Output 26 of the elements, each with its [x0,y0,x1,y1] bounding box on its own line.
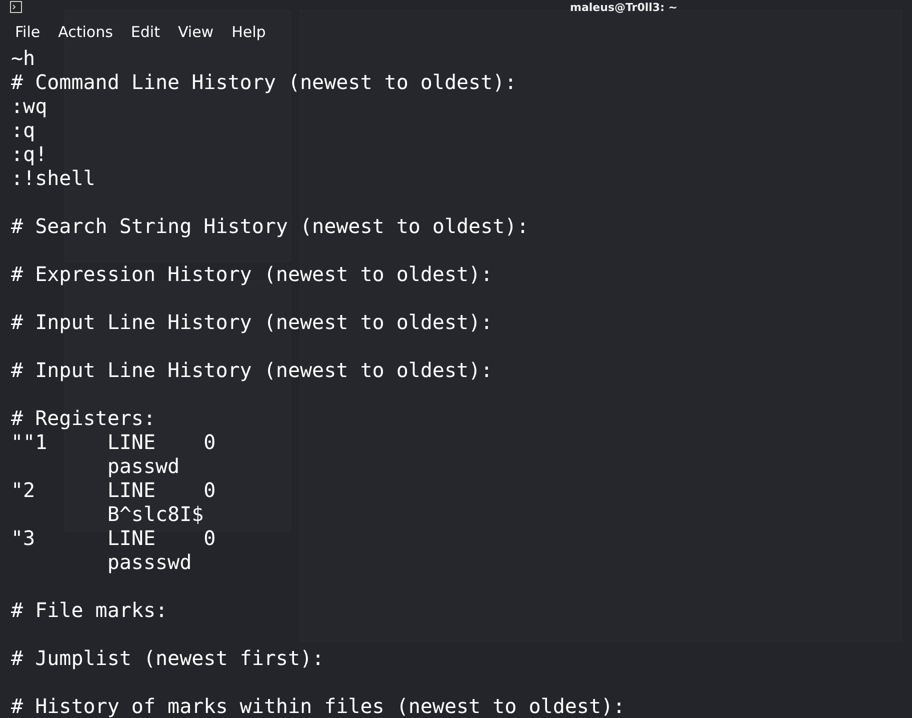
terminal-line: # Command Line History (newest to oldest): [11,70,518,94]
terminal-line: # Search String History (newest to oldest): [11,214,530,238]
menu-item[interactable]: View [168,21,223,43]
menu-item[interactable]: Edit [122,21,169,43]
terminal-line: :!shell [11,166,96,190]
menu-item[interactable]: Actions [49,21,122,43]
terminal-line: passwd [106,454,181,478]
terminal-line: "2 LINE 0 [11,478,217,502]
terminal-line: passswd [106,550,193,574]
terminal-line: # Input Line History (newest to oldest): [11,310,494,334]
terminal-line: B^slc8I$ [106,502,205,526]
window-title: maleus@Tr0ll3: ~ [570,0,678,14]
terminal-line: # Registers: [11,406,156,430]
terminal-line: # Jumplist (newest first): [11,646,326,670]
terminal-line: :q [11,118,36,142]
terminal-line: ""1 LINE 0 [11,430,217,454]
terminal-line: ~h [11,46,36,70]
terminal-line: # History of marks within files (newest to oldest): [11,694,626,718]
menu-item[interactable]: Help [222,21,275,43]
terminal-line: # Expression History (newest to oldest): [11,262,494,286]
terminal-line: # File marks: [11,598,169,622]
terminal-line: # Input Line History (newest to oldest): [11,358,494,382]
terminal-line: :q! [11,142,48,166]
terminal-line: "3 LINE 0 [11,526,217,550]
terminal-line: :wq [11,94,48,118]
menu-item[interactable]: File [6,21,50,43]
